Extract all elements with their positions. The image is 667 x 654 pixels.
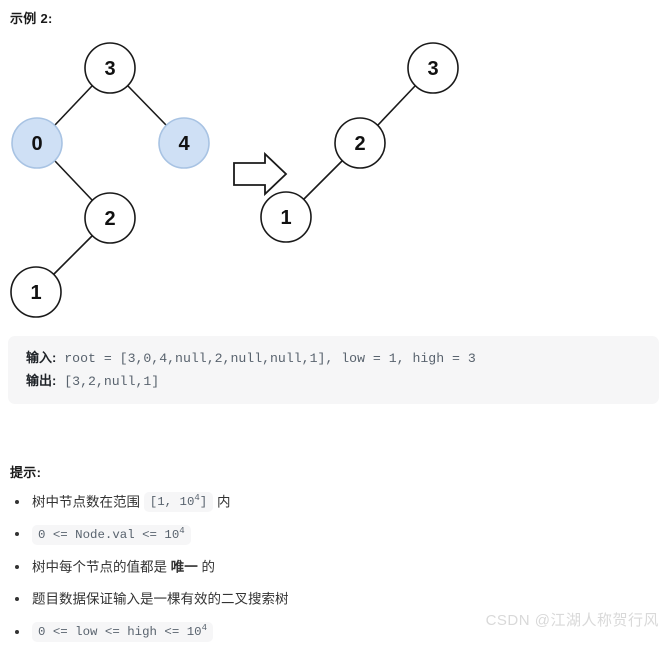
exponent: 4 bbox=[179, 525, 185, 536]
hint-text: 树中每个节点的值都是 bbox=[32, 559, 171, 575]
inline-code-chip: 0 <= low <= high <= 104 bbox=[32, 622, 213, 643]
hint-emphasis: 唯一 bbox=[170, 559, 198, 575]
tree-figure: 3 0 4 2 1 3 2 1 bbox=[0, 26, 667, 326]
edge-2-to-1 bbox=[303, 160, 343, 200]
example-io-code-block: 输入: root = [3,0,4,null,2,null,null,1], l… bbox=[8, 336, 659, 404]
edge-0-to-2 bbox=[54, 160, 93, 201]
code-line-output: 输出: [3,2,null,1] bbox=[26, 370, 643, 393]
tree-node-input-2: 2 bbox=[84, 192, 136, 244]
node-label: 1 bbox=[30, 282, 41, 304]
input-tree-nodes: 3 0 4 2 1 bbox=[10, 42, 210, 318]
edge-3-to-2 bbox=[377, 85, 416, 126]
inline-code-chip: [1, 104] bbox=[143, 492, 214, 513]
node-label: 3 bbox=[427, 58, 438, 80]
node-label: 2 bbox=[354, 133, 365, 155]
node-label: 0 bbox=[31, 133, 42, 155]
hint-text: 的 bbox=[197, 559, 216, 575]
tree-node-output-1: 1 bbox=[260, 191, 312, 243]
tree-node-input-4: 4 bbox=[158, 117, 210, 169]
hint-text: 内 bbox=[213, 494, 231, 510]
inline-code-chip: 0 <= Node.val <= 104 bbox=[32, 524, 191, 545]
edge-2-to-1 bbox=[53, 235, 93, 275]
edge-3-to-4 bbox=[127, 85, 167, 126]
hint-item: 树中节点数在范围 [1, 104] 内 bbox=[10, 492, 610, 513]
hint-item: 0 <= Node.val <= 104 bbox=[10, 524, 610, 545]
hint-text: 题目数据保证输入是一棵有效的二叉搜索树 bbox=[32, 591, 289, 607]
tree-node-output-3: 3 bbox=[407, 42, 459, 94]
edge-3-to-0 bbox=[54, 85, 93, 126]
hint-item: 题目数据保证输入是一棵有效的二叉搜索树 bbox=[10, 589, 610, 609]
node-label: 3 bbox=[104, 58, 115, 80]
hint-text: 树中节点数在范围 bbox=[32, 494, 144, 510]
output-tree-nodes: 3 2 1 bbox=[260, 42, 459, 243]
tree-node-input-0: 0 bbox=[11, 117, 63, 169]
tree-node-input-3: 3 bbox=[84, 42, 136, 94]
input-value: root = [3,0,4,null,2,null,null,1], low =… bbox=[56, 351, 476, 366]
page-title: 示例 2: bbox=[10, 11, 53, 26]
output-label: 输出: bbox=[26, 373, 57, 388]
output-value: [3,2,null,1] bbox=[56, 374, 160, 389]
node-label: 1 bbox=[280, 207, 291, 229]
input-tree-edges bbox=[53, 85, 167, 275]
input-label: 输入: bbox=[26, 350, 57, 365]
code-line-input: 输入: root = [3,0,4,null,2,null,null,1], l… bbox=[26, 347, 643, 370]
exponent: 4 bbox=[194, 493, 200, 504]
hint-item: 树中每个节点的值都是 唯一 的 bbox=[10, 557, 610, 577]
csdn-watermark: CSDN @江湖人称贺行风 bbox=[485, 612, 659, 629]
node-label: 4 bbox=[178, 133, 190, 155]
hints-title: 提示: bbox=[10, 465, 42, 480]
tree-diagram-svg: 3 0 4 2 1 3 2 1 bbox=[10, 42, 459, 318]
tree-node-output-2: 2 bbox=[334, 117, 386, 169]
node-label: 2 bbox=[104, 208, 115, 230]
right-arrow-icon bbox=[233, 151, 288, 197]
exponent: 4 bbox=[201, 623, 207, 634]
tree-node-input-1: 1 bbox=[10, 266, 62, 318]
